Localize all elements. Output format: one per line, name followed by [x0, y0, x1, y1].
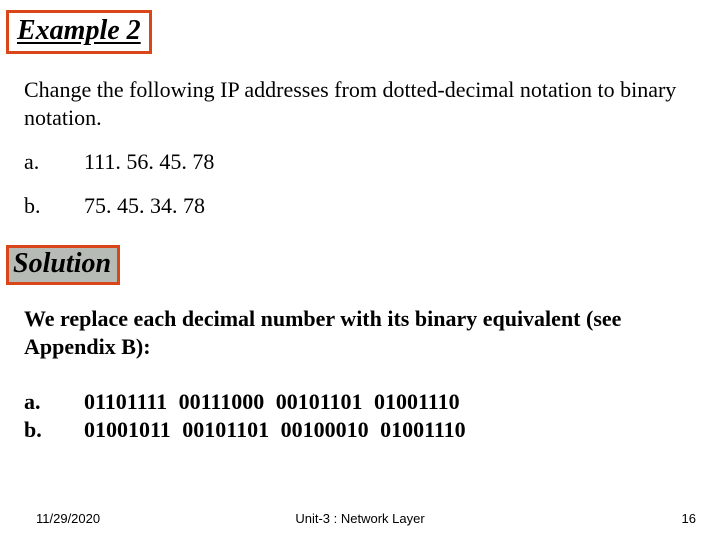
- answer-label: a.: [24, 388, 84, 416]
- item-label: a.: [24, 149, 84, 175]
- list-item: b. 75. 45. 34. 78: [24, 193, 696, 219]
- item-value: 111. 56. 45. 78: [84, 149, 214, 175]
- answer-value: 01101111 00111000 00101101 01001110: [84, 388, 460, 416]
- list-item: a. 01101111 00111000 00101101 01001110: [24, 388, 696, 416]
- footer-title: Unit-3 : Network Layer: [295, 511, 424, 526]
- list-item: b. 01001011 00101101 00100010 01001110: [24, 416, 696, 444]
- example-heading: Example 2: [6, 10, 152, 54]
- solution-heading: Solution: [6, 245, 120, 285]
- list-item: a. 111. 56. 45. 78: [24, 149, 696, 175]
- answer-label: b.: [24, 416, 84, 444]
- problem-list: a. 111. 56. 45. 78 b. 75. 45. 34. 78: [24, 149, 696, 219]
- answer-list: a. 01101111 00111000 00101101 01001110 b…: [24, 388, 696, 443]
- solution-intro: We replace each decimal number with its …: [24, 305, 696, 360]
- answer-value: 01001011 00101101 00100010 01001110: [84, 416, 466, 444]
- footer: 11/29/2020 Unit-3 : Network Layer 16: [0, 511, 720, 526]
- footer-page: 16: [682, 511, 696, 526]
- footer-date: 11/29/2020: [36, 511, 100, 526]
- item-label: b.: [24, 193, 84, 219]
- item-value: 75. 45. 34. 78: [84, 193, 205, 219]
- question-text: Change the following IP addresses from d…: [24, 76, 696, 131]
